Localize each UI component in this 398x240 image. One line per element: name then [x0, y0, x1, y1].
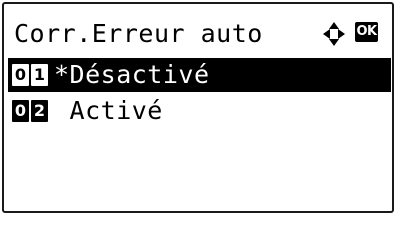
- item-number-digit: 0: [12, 64, 29, 86]
- list-item-label: Activé: [54, 96, 163, 125]
- screen-title: Corr.Erreur auto: [14, 19, 263, 48]
- item-number-digit: 1: [31, 64, 48, 86]
- list-item-active[interactable]: 0 2 Activé: [8, 94, 391, 128]
- header-bar: Corr.Erreur auto OK: [4, 16, 392, 52]
- item-number-badge: 0 2: [12, 100, 50, 122]
- list-item-desactive[interactable]: 0 1 *Désactivé: [8, 58, 391, 92]
- four-way-arrow-icon: [323, 22, 345, 46]
- item-number-digit: 0: [12, 100, 29, 122]
- item-number-digit: 2: [31, 100, 48, 122]
- lcd-panel: Corr.Erreur auto OK 0 1 *Désactivé 0 2 A…: [2, 2, 394, 213]
- item-number-badge: 0 1: [12, 64, 50, 86]
- ok-icon: OK: [355, 22, 378, 42]
- list-item-label: *Désactivé: [54, 60, 210, 89]
